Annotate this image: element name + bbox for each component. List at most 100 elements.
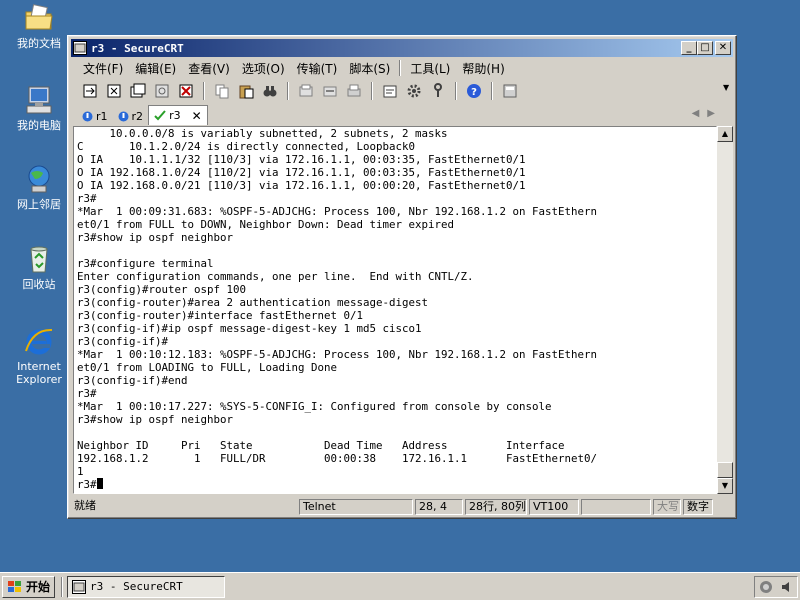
toolbar-separator xyxy=(371,82,373,100)
terminal-line: r3# xyxy=(77,192,97,205)
terminal-line: r3# xyxy=(77,387,97,400)
system-tray xyxy=(754,576,798,598)
status-bar: 就绪 Telnet 28, 4 28行, 80列 VT100 大写 数字 xyxy=(71,498,733,516)
terminal-line: r3(config)#router ospf 100 xyxy=(77,283,247,296)
gear-icon xyxy=(407,84,421,98)
toolbar: ? ▼ xyxy=(71,79,733,103)
terminal-line: 192.168.1.2 1 FULL/DR 00:00:38 172.16.1.… xyxy=(77,452,598,465)
terminal-line: r3#configure terminal xyxy=(77,257,214,270)
tab-r3[interactable]: r3 ✕ xyxy=(148,105,208,125)
tab-scroll-arrows-icon[interactable]: ◀▶ xyxy=(692,108,723,119)
scroll-down-button[interactable]: ▼ xyxy=(717,478,733,494)
scroll-up-button[interactable]: ▲ xyxy=(717,126,733,142)
status-emulation: VT100 xyxy=(529,499,579,515)
menu-file[interactable]: 文件(F) xyxy=(77,60,129,77)
desktop-icon-internet-explorer[interactable]: Internet Explorer xyxy=(4,325,74,386)
scroll-thumb[interactable] xyxy=(717,462,733,478)
print-screen-button[interactable] xyxy=(295,81,317,101)
menu-tools[interactable]: 工具(L) xyxy=(404,60,456,77)
terminal-line: O IA 192.168.0.0/21 [110/3] via 172.16.1… xyxy=(77,179,526,192)
volume-icon[interactable] xyxy=(780,580,794,594)
tab-r2[interactable]: r2 xyxy=(113,107,149,125)
status-empty xyxy=(581,499,651,515)
minimize-button[interactable]: _ xyxy=(681,41,697,55)
toolbar-separator xyxy=(455,82,457,100)
terminal-line: Neighbor ID Pri State Dead Time Address … xyxy=(77,439,565,452)
tab-close-icon[interactable]: ✕ xyxy=(192,109,202,123)
quick-connect-button[interactable] xyxy=(103,81,125,101)
menu-view[interactable]: 查看(V) xyxy=(182,60,236,77)
tab-r1[interactable]: r1 xyxy=(77,107,113,125)
taskbar-separator xyxy=(61,576,64,597)
arrow-up-icon: ▲ xyxy=(721,129,729,138)
recycle-bin-icon xyxy=(30,246,48,273)
taskbar-item-securecrt[interactable]: r3 - SecureCRT xyxy=(67,575,226,598)
desktop-icon-label: Internet Explorer xyxy=(16,360,62,386)
network-status-icon[interactable] xyxy=(759,580,773,594)
reconnect-button[interactable] xyxy=(151,81,173,101)
maximize-button[interactable]: □ xyxy=(697,41,713,55)
status-ready: 就绪 xyxy=(74,499,96,512)
terminal-line: *Mar 1 00:10:17.227: %SYS-5-CONFIG_I: Co… xyxy=(77,400,552,413)
windows-logo-icon xyxy=(8,580,21,592)
paste-icon xyxy=(239,85,254,99)
menu-script[interactable]: 脚本(S) xyxy=(343,60,396,77)
connect-in-tab-icon xyxy=(130,83,146,98)
terminal-line: *Mar 1 00:09:31.683: %OSPF-5-ADJCHG: Pro… xyxy=(77,205,598,218)
terminal-line: C 10.1.2.0/24 is directly connected, Loo… xyxy=(77,140,416,153)
print-button[interactable] xyxy=(343,81,365,101)
vertical-scrollbar[interactable]: ▲ ▼ xyxy=(717,126,733,494)
reconnect-icon xyxy=(155,84,169,98)
status-caps-lock: 大写 xyxy=(653,499,681,515)
toolbar-chevron-icon[interactable]: ▼ xyxy=(723,83,729,99)
calculator-icon xyxy=(503,84,517,98)
status-terminal-size: 28行, 80列 xyxy=(465,499,527,515)
connect-in-tab-button[interactable] xyxy=(127,81,149,101)
desktop-icon-my-documents[interactable]: 我的文档 xyxy=(4,2,74,50)
desktop-icon-network-places[interactable]: 网上邻居 xyxy=(4,163,74,211)
menu-edit[interactable]: 编辑(E) xyxy=(129,60,182,77)
session-options-button[interactable] xyxy=(379,81,401,101)
disconnect-button[interactable] xyxy=(175,81,197,101)
computer-icon xyxy=(26,86,52,114)
menu-help[interactable]: 帮助(H) xyxy=(456,60,510,77)
find-button[interactable] xyxy=(259,81,281,101)
tab-label: r1 xyxy=(96,109,108,123)
print-selection-icon xyxy=(323,86,337,97)
help-button[interactable]: ? xyxy=(463,81,485,101)
terminal-line: O IA 192.168.1.0/24 [110/2] via 172.16.1… xyxy=(77,166,526,179)
terminal-line: Enter configuration commands, one per li… xyxy=(77,270,474,283)
paste-button[interactable] xyxy=(235,81,257,101)
title-bar[interactable]: r3 - SecureCRT _ □ ✕ xyxy=(71,39,733,57)
terminal-output[interactable]: 10.0.0.0/8 is variably subnetted, 2 subn… xyxy=(73,126,717,494)
print-selection-button[interactable] xyxy=(319,81,341,101)
desktop-icon-label: 网上邻居 xyxy=(17,198,61,211)
start-button[interactable]: 开始 xyxy=(2,575,56,598)
global-options-button[interactable] xyxy=(403,81,425,101)
copy-button[interactable] xyxy=(211,81,233,101)
close-button[interactable]: ✕ xyxy=(715,41,731,55)
desktop-icon-recycle-bin[interactable]: 回收站 xyxy=(4,243,74,291)
terminal-line: et0/1 from FULL to DOWN, Neighbor Down: … xyxy=(77,218,455,231)
status-protocol: Telnet xyxy=(299,499,413,515)
menu-transfer[interactable]: 传输(T) xyxy=(291,60,344,77)
start-label: 开始 xyxy=(26,580,51,594)
connect-button[interactable] xyxy=(79,81,101,101)
menu-bar: 文件(F) 编辑(E) 查看(V) 选项(O) 传输(T) 脚本(S) 工具(L… xyxy=(71,58,733,78)
calculator-button[interactable] xyxy=(499,81,521,101)
terminal-line: 1 xyxy=(77,465,84,478)
menu-options[interactable]: 选项(O) xyxy=(236,60,291,77)
keymap-button[interactable] xyxy=(427,81,449,101)
minimize-icon: _ xyxy=(686,42,692,53)
taskbar-item-label: r3 - SecureCRT xyxy=(90,580,183,593)
desktop-icon-my-computer[interactable]: 我的电脑 xyxy=(4,84,74,132)
securecrt-app-icon xyxy=(72,579,87,594)
tab-label: r3 xyxy=(169,109,181,122)
arrow-down-icon: ▼ xyxy=(721,481,729,490)
maximize-icon: □ xyxy=(700,42,710,53)
terminal-line: O IA 10.1.1.1/32 [110/3] via 172.16.1.1,… xyxy=(77,153,526,166)
close-icon: ✕ xyxy=(718,42,728,53)
help-icon: ? xyxy=(467,84,481,98)
